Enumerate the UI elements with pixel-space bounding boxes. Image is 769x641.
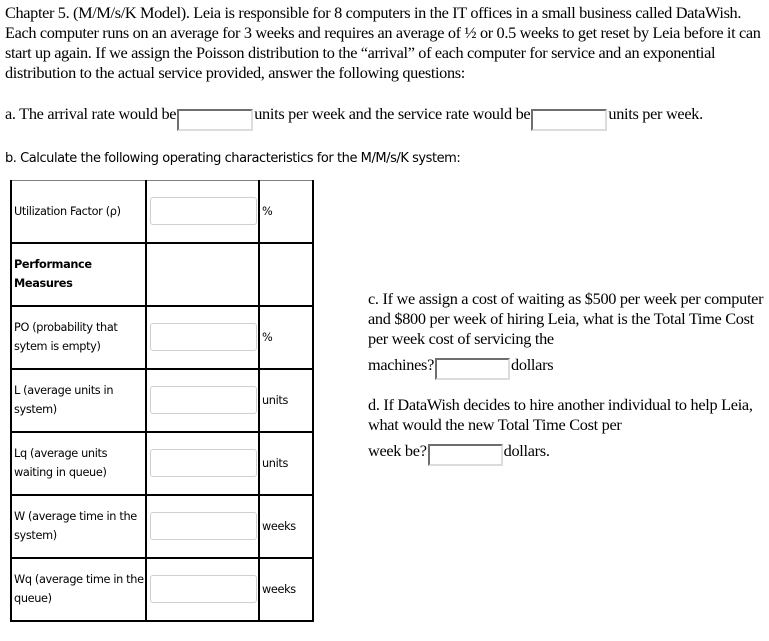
table-row-performance-measures: Performance Measures [10,241,314,307]
operating-characteristics-table: Utilization Factor (ρ) % Performance Mea… [10,180,314,622]
part-a-prefix: a. The arrival rate would be [5,104,177,123]
service-rate-input[interactable] [531,109,608,131]
part-a-question: a. The arrival rate would be units per we… [5,104,765,131]
table-row-p0: PO (probability that sytem is empty) % [10,304,314,370]
table-row-wq: Wq (average time in the queue) weeks [10,556,314,622]
part-d-suffix: dollars. [503,441,550,460]
part-c-prompt: machines? [368,355,435,374]
table-row-w: W (average time in the system) weeks [10,493,314,559]
p0-input[interactable] [150,323,257,351]
part-c-text: c. If we assign a cost of waiting as $50… [368,289,764,348]
part-c-question: c. If we assign a cost of waiting as $50… [368,289,768,380]
part-b-heading: b. Calculate the following operating cha… [5,151,461,166]
problem-statement: Chapter 5. (M/M/s/K Model). Leia is resp… [5,3,761,82]
part-d-prompt: week be? [368,441,427,460]
part-c-suffix: dollars [511,355,554,374]
row-unit: units [258,430,314,496]
l-input[interactable] [150,386,257,414]
part-d-text: d. If DataWish decides to hire another i… [368,395,753,434]
table-row-utilization: Utilization Factor (ρ) % [10,180,314,244]
row-unit: % [258,180,314,244]
table-row-lq: Lq (average units waiting in queue) unit… [10,430,314,496]
row-unit: weeks [258,493,314,559]
empty-cell [145,241,260,307]
row-unit: units [258,367,314,433]
empty-cell [258,241,314,307]
row-label: W (average time in the system) [10,493,147,559]
new-total-time-cost-input[interactable] [427,444,503,466]
wq-input[interactable] [150,575,257,603]
arrival-rate-input[interactable] [177,109,254,131]
row-unit: % [258,304,314,370]
total-time-cost-input[interactable] [435,358,511,380]
row-label: Lq (average units waiting in queue) [10,430,147,496]
part-a-middle: units per week and the service rate woul… [254,104,531,123]
part-d-question: d. If DataWish decides to hire another i… [368,395,768,466]
lq-input[interactable] [150,449,257,477]
row-label: Utilization Factor (ρ) [10,180,147,244]
row-label: Wq (average time in the queue) [10,556,147,622]
section-label: Performance Measures [10,241,147,307]
table-row-l: L (average units in system) units [10,367,314,433]
row-label: PO (probability that sytem is empty) [10,304,147,370]
row-unit: weeks [258,556,314,622]
row-label: L (average units in system) [10,367,147,433]
w-input[interactable] [150,512,257,540]
utilization-factor-input[interactable] [150,197,257,226]
part-a-suffix: units per week. [608,104,703,123]
